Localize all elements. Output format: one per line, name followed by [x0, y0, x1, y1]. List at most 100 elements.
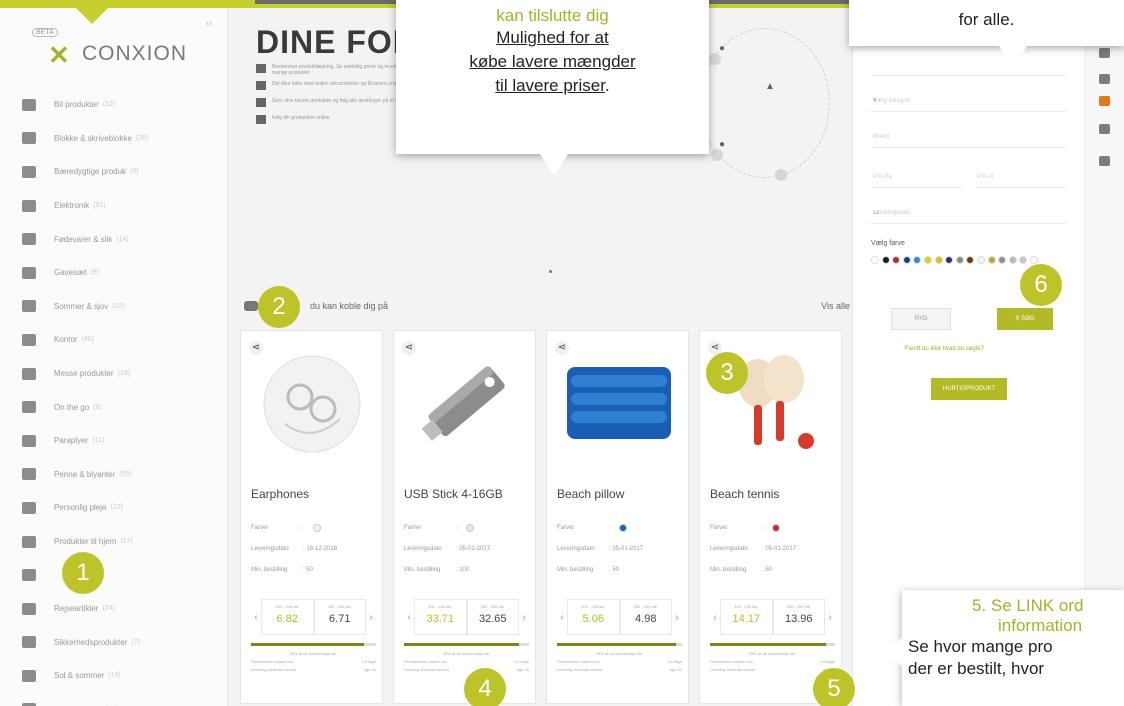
color-swatch[interactable] [934, 256, 943, 264]
price-to-field[interactable]: Pris til [975, 166, 1067, 188]
quick-product-button[interactable]: HURTIGPRODUKT [931, 378, 1007, 400]
sidebar-item[interactable] [0, 558, 228, 592]
price-current: 6.82 [276, 613, 298, 625]
sidebar-item[interactable]: Gavesæt (9) [0, 256, 228, 290]
chevron-right-icon[interactable]: › [519, 612, 529, 623]
search-field[interactable] [871, 54, 1067, 76]
delivery-label: Leveringsdato [710, 545, 748, 552]
color-swatch[interactable] [923, 256, 932, 264]
price-tier-current[interactable]: 100 - 249 stk. 14.17 [720, 599, 773, 635]
color-swatch[interactable] [1008, 256, 1017, 264]
product-image[interactable] [255, 349, 370, 459]
product-name[interactable]: USB Stick 4-16GB [404, 487, 503, 501]
product-card[interactable]: ⋖ USB Stick 4-16GB Farver: Leveringsdato: 0… [393, 330, 536, 704]
color-swatch[interactable] [1029, 256, 1038, 264]
color-swatch[interactable] [312, 523, 321, 532]
sidebar-item[interactable]: Elektronik (31) [0, 189, 228, 223]
sidebar-item[interactable]: Kontor (40) [0, 323, 228, 357]
sidebar-item[interactable]: Penne & blyanter (55) [0, 458, 228, 492]
price-tier-next[interactable]: 250 - 499 stk. 32.65 [466, 599, 519, 635]
price-tier-next[interactable]: 250 - 499 stk. 6.71 [313, 599, 366, 635]
brand-logo[interactable]: BETA ✕ CONXION [32, 28, 212, 70]
color-swatch[interactable] [881, 256, 890, 264]
product-name[interactable]: Beach tennis [710, 487, 779, 501]
price-from-field[interactable]: Pris fra [871, 166, 963, 188]
sidebar-item[interactable]: Paraplyer (11) [0, 424, 228, 458]
share-icon[interactable]: ⋖ [555, 341, 569, 355]
color-swatch[interactable] [771, 523, 780, 532]
price-tier-next[interactable]: 250 - 499 stk. 13.96 [772, 599, 825, 635]
color-swatch[interactable] [987, 256, 996, 264]
sidebar-item[interactable]: Fødevarer & slik (14) [0, 222, 228, 256]
chevron-right-icon[interactable]: › [825, 612, 835, 623]
carousel-indicator[interactable] [549, 270, 552, 273]
color-swatch[interactable] [913, 256, 922, 264]
color-swatch[interactable] [465, 523, 474, 532]
chevron-right-icon[interactable]: › [672, 612, 682, 623]
brand-name: CONXION [82, 42, 188, 65]
user-icon[interactable] [1099, 74, 1110, 84]
delivery-date-field[interactable]: Leveringsdato ▭ [871, 202, 1067, 224]
color-swatch[interactable] [976, 256, 985, 264]
reset-button[interactable]: RYD [891, 308, 951, 330]
sidebar-item[interactable]: Sol & sommer (19) [0, 659, 228, 693]
sidebar-item[interactable]: Produkter til hjem (17) [0, 525, 228, 559]
chevron-right-icon[interactable]: › [366, 612, 376, 623]
category-select[interactable]: Vælg kategori ▾ [871, 90, 1067, 112]
color-swatch[interactable] [618, 523, 627, 532]
color-swatch[interactable] [998, 256, 1007, 264]
sidebar-item[interactable]: On the go (6) [0, 390, 228, 424]
sidebar-item[interactable]: Bæredygtige produk (8) [0, 155, 228, 189]
price-current: 33.71 [426, 613, 455, 625]
collapse-sidebar-icon[interactable]: ‹‹ [206, 18, 213, 29]
color-swatch[interactable] [902, 256, 911, 264]
color-swatch[interactable] [1019, 256, 1028, 264]
sidebar-item[interactable]: Bil produkter (12) [0, 88, 228, 122]
gear-icon [22, 199, 36, 212]
price-tier-current[interactable]: 100 - 249 stk. 6.82 [261, 599, 314, 635]
sidebar-item[interactable]: Personlig pleje (13) [0, 491, 228, 525]
color-swatch[interactable] [871, 256, 879, 264]
price-tiers: ‹ 100 - 249 stk. 5.06 250 - 499 stk. 4.98 › [557, 597, 682, 637]
color-swatch[interactable] [966, 256, 975, 264]
product-image[interactable] [561, 349, 676, 459]
product-card[interactable]: ⋖ Earphones Farver: Leveringsdato: 18-12-20… [240, 330, 383, 704]
price-tier-current[interactable]: 100 - 249 stk. 5.06 [567, 599, 620, 635]
help-link[interactable]: Fandt du ikke hvad du søgte? [905, 346, 984, 352]
chevron-down-icon: ▾ [873, 97, 877, 104]
sidebar-item[interactable]: Sommer & sjov (22) [0, 290, 228, 324]
search-button[interactable]: ⚲ SØG [997, 308, 1053, 330]
sidebar-item[interactable]: Spil & legetøj(15) [0, 693, 228, 706]
sidebar-item[interactable]: Sikkerhedsprodukter (7) [0, 626, 228, 660]
price-tiers: ‹ 100 - 249 stk. 14.17 250 - 499 stk. 13.96 › [710, 597, 835, 637]
chevron-left-icon[interactable]: ‹ [710, 612, 720, 623]
sidebar-item[interactable]: Messe produkter (18) [0, 357, 228, 391]
share-icon[interactable]: ⋖ [402, 341, 416, 355]
color-swatch[interactable] [955, 256, 964, 264]
share-icon[interactable]: ⋖ [249, 341, 263, 355]
sidebar-item-count: (55) [119, 470, 132, 478]
settings-gear-icon[interactable] [1099, 156, 1110, 166]
delivery-date: : 05-01-2017 [762, 545, 797, 552]
sidebar-item[interactable]: Rejseartikler (24) [0, 592, 228, 626]
product-name[interactable]: Beach pillow [557, 487, 624, 501]
sidebar-item-label: Sommer & sjov [54, 301, 109, 311]
card-icon[interactable] [1099, 124, 1110, 134]
sidebar-item[interactable]: Blokke & skriveblokke (26) [0, 122, 228, 156]
product-name[interactable]: Earphones [251, 487, 309, 501]
color-swatch[interactable] [945, 256, 954, 264]
product-card[interactable]: ⋖ Beach pillow Farver: Leveringsdato: 05-01… [546, 330, 689, 704]
price-tier-current[interactable]: 100 - 249 stk. 33.71 [414, 599, 467, 635]
order-progress-bar [557, 643, 682, 646]
people-icon [256, 81, 266, 90]
chevron-left-icon[interactable]: ‹ [557, 612, 567, 623]
color-swatch[interactable] [892, 256, 901, 264]
price-tier-next[interactable]: 250 - 499 stk. 4.98 [619, 599, 672, 635]
chevron-left-icon[interactable]: ‹ [251, 612, 261, 623]
favorites-icon[interactable] [1099, 96, 1110, 106]
view-all-link[interactable]: Vis alle [821, 301, 850, 311]
brand-field[interactable]: Brand [871, 126, 1067, 148]
product-image[interactable] [408, 349, 523, 459]
group-icon[interactable] [1099, 48, 1110, 58]
chevron-left-icon[interactable]: ‹ [404, 612, 414, 623]
